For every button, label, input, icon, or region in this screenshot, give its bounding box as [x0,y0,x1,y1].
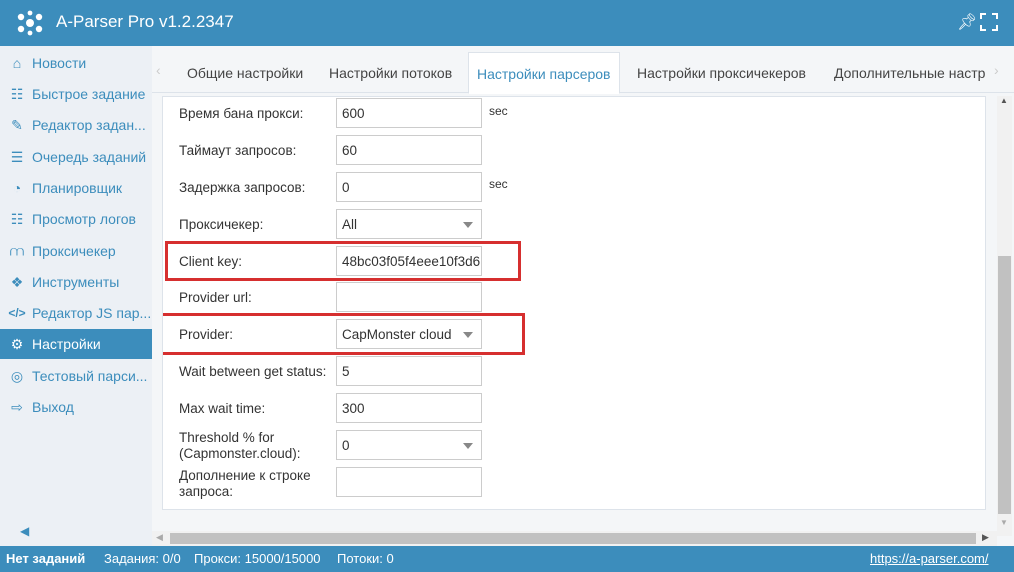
sidebar-item-settings[interactable]: ⚙ Настройки [0,329,152,359]
code-icon: </> [8,306,26,320]
tab-proxychecker-settings[interactable]: Настройки проксичекеров [637,52,806,92]
chevron-down-icon [463,443,473,449]
sidebar-item-scheduler[interactable]: ◔ Планировщик [0,173,152,203]
max-wait-input[interactable]: 300 [336,393,482,423]
client-key-highlight [165,241,521,281]
sidebar-item-proxychecker[interactable]: ⩋ Проксичекер [0,236,152,266]
sidebar-item-label: Проксичекер [32,243,116,259]
list-icon: ☰ [10,149,24,165]
status-tasks: Задания: 0/0 [104,551,181,566]
clock-icon: ◔ [12,180,22,196]
chevron-down-icon [463,222,473,228]
sidebar-item-label: Выход [32,399,74,415]
sidebar-item-label: Планировщик [32,180,123,196]
status-proxies: Прокси: 15000/15000 [194,551,321,566]
sidebar-item-task-editor[interactable]: ✎ Редактор задан... [0,110,152,140]
status-bar: Нет заданий Задания: 0/0 Прокси: 15000/1… [0,546,1014,572]
fullscreen-icon[interactable] [980,13,998,31]
ban-time-input[interactable]: 600 [336,98,482,128]
main-content: ‹ Общие настройки Настройки потоков Наст… [152,46,1014,546]
proxychecker-select[interactable]: All [336,209,482,239]
timeout-input[interactable]: 60 [336,135,482,165]
sidebar-item-tools[interactable]: ❖ Инструменты [0,267,152,297]
ban-time-unit: sec [489,104,508,118]
sidebar-item-news[interactable]: ⌂ Новости [0,48,152,78]
network-icon: ⩋ [9,243,25,259]
sidebar-item-js-editor[interactable]: </> Редактор JS пар... [0,298,152,328]
tab-general-settings[interactable]: Общие настройки [187,52,303,92]
tab-thread-settings[interactable]: Настройки потоков [329,52,452,92]
sidebar-item-quick-task[interactable]: ☷ Быстрое задание [0,79,152,109]
delay-unit: sec [489,177,508,191]
sidebar-item-label: Настройки [32,336,101,352]
sidebar-item-label: Просмотр логов [32,211,136,227]
sidebar-item-label: Редактор JS пар... [32,305,152,321]
sidebar-item-test-parser[interactable]: ◎ Тестовый парси... [0,361,152,391]
scroll-left-icon[interactable]: ◀ [156,532,163,543]
sidebar: ⌂ Новости ☷ Быстрое задание ✎ Редактор з… [0,46,152,546]
file-icon: ☷ [10,211,24,227]
tab-bar: ‹ Общие настройки Настройки потоков Наст… [152,52,1014,94]
horizontal-scroll-thumb[interactable] [170,533,976,544]
home-icon: ⌂ [12,55,22,71]
query-suffix-input[interactable] [336,467,482,497]
pin-icon[interactable]: 📌︎ [957,12,977,32]
threshold-select[interactable]: 0 [336,430,482,460]
app-logo-icon [17,10,43,36]
sidebar-item-label: Очередь заданий [32,149,147,165]
max-wait-label: Max wait time: [179,401,266,416]
scroll-down-icon[interactable]: ▼ [1000,518,1008,527]
app-title: A-Parser Pro v1.2.2347 [56,12,234,31]
query-suffix-label-line1: Дополнение к строке [179,468,311,483]
sidebar-item-label: Инструменты [32,274,120,290]
provider-highlight [163,313,525,355]
scroll-right-icon[interactable]: ▶ [982,532,989,543]
sidebar-item-logs[interactable]: ☷ Просмотр логов [0,204,152,234]
query-suffix-label-line2: запроса: [179,484,234,499]
site-link[interactable]: https://a-parser.com/ [870,551,989,566]
gears-icon: ⚙ [10,336,24,352]
wait-between-input[interactable]: 5 [336,356,482,386]
ban-time-label: Время бана прокси: [179,106,304,121]
delay-input[interactable]: 0 [336,172,482,202]
status-no-tasks: Нет заданий [6,551,86,566]
sign-out-icon: ⇨ [11,399,23,415]
sidebar-item-label: Редактор задан... [32,117,146,133]
threshold-label-line2: (Capmonster.cloud): [179,446,301,461]
delay-label: Задержка запросов: [179,180,306,195]
tab-parser-settings[interactable]: Настройки парсеров [468,52,620,94]
threshold-label-line1: Threshold % for [179,430,275,445]
sitemap-icon: ☷ [10,86,24,102]
target-icon: ◎ [10,368,24,384]
settings-panel: Время бана прокси: 600 sec Таймаут запро… [162,96,986,510]
proxychecker-label: Проксичекер: [179,217,264,232]
tab-scroll-left-icon[interactable]: ‹ [156,62,161,78]
sidebar-item-task-queue[interactable]: ☰ Очередь заданий [0,142,152,172]
provider-url-label: Provider url: [179,290,252,305]
sidebar-item-label: Быстрое задание [32,86,146,102]
tab-additional-settings[interactable]: Дополнительные настр [834,52,985,92]
proxychecker-value: All [342,217,358,232]
provider-url-input[interactable] [336,282,482,312]
wait-between-label: Wait between get status: [179,364,327,379]
pencil-icon: ✎ [11,117,23,133]
title-bar: A-Parser Pro v1.2.2347 📌︎ [0,0,1014,46]
caret-left-icon[interactable]: ◀ [20,524,29,538]
timeout-label: Таймаут запросов: [179,143,297,158]
sidebar-item-label: Тестовый парси... [32,368,148,384]
horizontal-scrollbar[interactable]: ◀ ▶ [152,531,997,546]
status-threads: Потоки: 0 [337,551,394,566]
threshold-value: 0 [342,438,350,453]
sidebar-item-logout[interactable]: ⇨ Выход [0,392,152,422]
scroll-up-icon[interactable]: ▲ [1000,96,1008,105]
cubes-icon: ❖ [10,274,24,290]
tab-scroll-right-icon[interactable]: › [994,62,999,78]
vertical-scroll-thumb[interactable] [998,256,1011,514]
sidebar-item-label: Новости [32,55,87,71]
vertical-scrollbar[interactable]: ▲ ▼ [997,96,1012,536]
